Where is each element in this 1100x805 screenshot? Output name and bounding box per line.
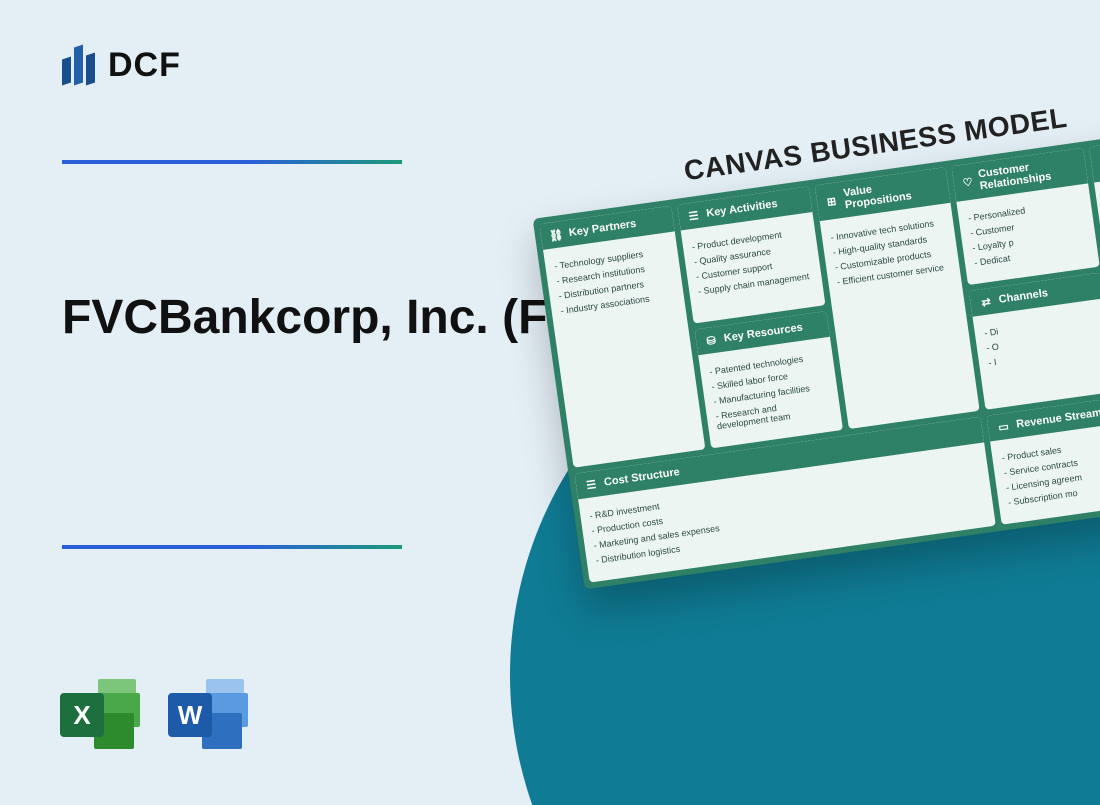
cell-channels: ⇄Channels - Di - O - I <box>969 272 1100 409</box>
stage: DCF FVCBankcorp, Inc. (FVCB) X W CANVAS … <box>0 0 1100 805</box>
gift-icon: ⊞ <box>824 193 840 209</box>
cell-key-partners: ⛓Key Partners - Technology suppliers - R… <box>539 206 705 468</box>
link-icon: ⛓ <box>548 227 564 243</box>
card-icon: ▭ <box>996 419 1012 435</box>
word-letter: W <box>168 693 212 737</box>
divider-top <box>62 160 402 164</box>
excel-icon: X <box>60 675 140 755</box>
people-icon: ☰ <box>686 208 702 224</box>
database-icon: ⛁ <box>703 332 719 348</box>
excel-letter: X <box>60 693 104 737</box>
logo-bars-icon <box>62 40 98 90</box>
dcf-logo: DCF <box>62 40 181 90</box>
cell-value-propositions: ⊞Value Propositions - Innovative tech so… <box>814 167 980 429</box>
channel-icon: ⇄ <box>978 294 994 310</box>
business-model-canvas: CANVAS BUSINESS MODEL ⛓Key Partners - Te… <box>527 80 1100 589</box>
cell-key-resources: ⛁Key Resources - Patented technologies -… <box>694 311 842 448</box>
cell-customer-relationships: ♡Customer Relationships - Personalized -… <box>952 148 1100 285</box>
cell-key-activities: ☰Key Activities - Product development - … <box>677 186 825 323</box>
divider-bottom <box>62 545 402 549</box>
word-icon: W <box>168 675 248 755</box>
sliders-icon: ☰ <box>583 477 599 493</box>
logo-text: DCF <box>108 46 181 85</box>
heart-icon: ♡ <box>961 174 974 189</box>
file-icons-row: X W <box>60 675 248 755</box>
